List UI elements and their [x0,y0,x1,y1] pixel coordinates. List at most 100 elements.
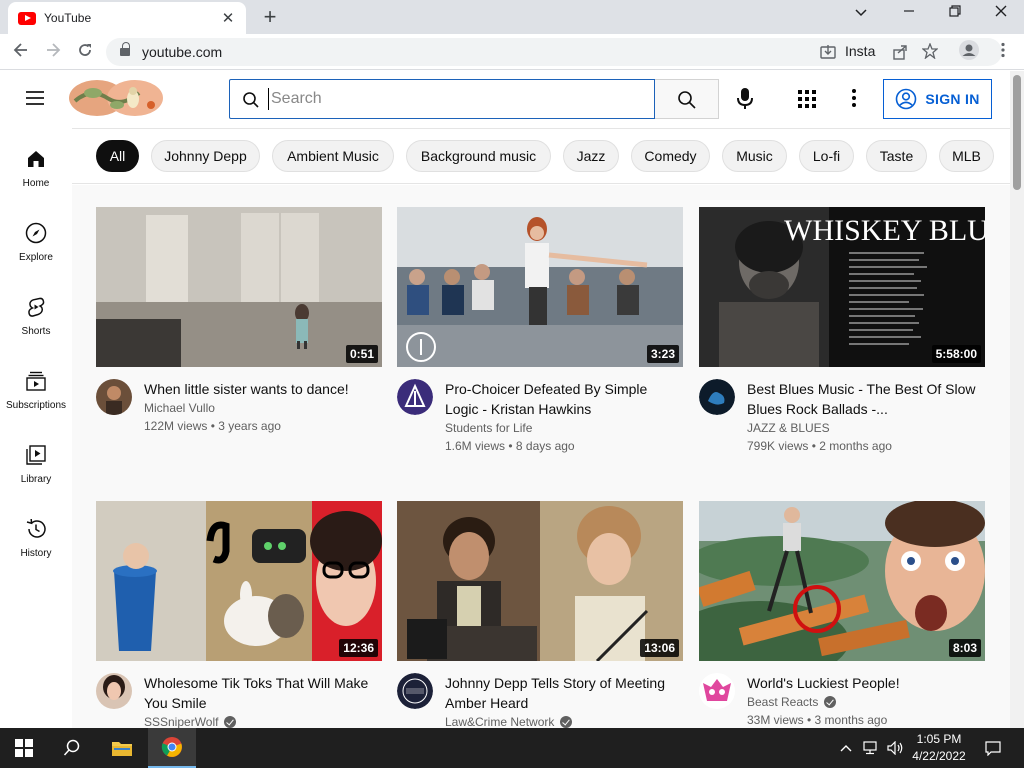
windows-start-icon[interactable] [0,728,48,768]
video-card[interactable]: 13:06 Johnny Depp Tells Story of Meeting… [397,501,683,728]
chip-music[interactable]: Music [722,140,787,172]
lock-icon[interactable] [120,42,130,57]
channel-avatar[interactable] [699,379,735,415]
guide-label-history: History [20,548,52,559]
close-window-button[interactable] [986,4,1016,22]
chip-ambient-music[interactable]: Ambient Music [272,140,394,172]
channel-name[interactable]: SSSniperWolf [144,715,237,728]
guide-item-history[interactable]: History [0,509,72,583]
tab-search-chevron-icon[interactable] [846,4,876,22]
guide-item-explore[interactable]: Explore [0,213,72,287]
channel-name[interactable]: Michael Vullo [144,401,215,415]
bookmark-star-icon[interactable] [921,42,939,62]
guide-item-subscriptions[interactable]: Subscriptions [0,361,72,435]
video-title[interactable]: Pro-Choicer Defeated By Simple Logic - K… [445,379,681,419]
account-circle-icon [896,88,917,110]
video-thumbnail[interactable]: 12:36 [96,501,382,661]
chip-bar: All Johnny Depp Ambient Music Background… [72,128,1010,184]
verified-badge-icon [824,696,837,708]
tab-close-icon[interactable]: ✕ [220,9,236,27]
address-bar[interactable]: youtube.com Insta [106,38,1002,66]
search-box [229,79,655,119]
video-card[interactable]: 0:51 When little sister wants to dance! … [96,207,382,457]
chip-mlb[interactable]: MLB [939,140,994,172]
channel-avatar[interactable] [397,379,433,415]
channel-avatar[interactable] [397,673,433,709]
chip-all[interactable]: All [96,140,139,172]
channel-name[interactable]: Beast Reacts [747,695,837,709]
channel-avatar[interactable] [96,673,132,709]
subscriptions-icon [24,369,48,393]
chip-comedy[interactable]: Comedy [631,140,710,172]
browser-tabstrip: YouTube ✕ + [0,0,1024,34]
history-icon [24,517,48,541]
tab-title: YouTube [44,11,92,25]
youtube-doodle-logo[interactable] [69,79,165,117]
voice-search-mic-icon[interactable] [735,87,755,116]
video-duration: 5:58:00 [931,345,981,363]
search-input[interactable] [268,88,638,110]
browser-tab-youtube[interactable]: YouTube ✕ [8,2,246,34]
sign-in-button[interactable]: SIGN IN [883,79,992,119]
video-card[interactable]: 12:36 Wholesome Tik Toks That Will Make … [96,501,382,728]
search-button[interactable] [655,79,719,119]
profile-avatar-icon[interactable] [956,39,982,63]
settings-more-icon[interactable] [852,89,856,110]
insta-label[interactable]: Insta [845,43,875,59]
shorts-icon [24,295,48,319]
network-icon[interactable] [860,728,884,768]
video-thumbnail[interactable]: 8:03 [699,501,985,661]
video-thumbnail[interactable]: 0:51 [96,207,382,367]
video-title[interactable]: When little sister wants to dance! [144,379,380,399]
chip-johnny-depp[interactable]: Johnny Depp [151,140,260,172]
chip-jazz[interactable]: Jazz [563,140,619,172]
chrome-menu-icon[interactable] [990,40,1016,64]
forward-button[interactable] [40,40,66,64]
channel-avatar[interactable] [699,673,735,709]
channel-name[interactable]: JAZZ & BLUES [747,421,830,435]
taskbar-search-icon[interactable] [48,728,96,768]
chrome-taskbar-icon[interactable] [148,728,196,768]
video-thumbnail[interactable]: 13:06 [397,501,683,661]
video-thumbnail[interactable]: WHISKEY BLUES 5:58:00 [699,207,985,367]
chip-taste[interactable]: Taste [866,140,927,172]
video-card[interactable]: 8:03 World's Luckiest People! Beast Reac… [699,501,985,728]
share-icon[interactable] [892,44,908,63]
minimize-button[interactable] [894,4,924,22]
file-explorer-icon[interactable] [98,728,146,768]
channel-name[interactable]: Students for Life [445,421,532,435]
install-app-icon[interactable] [820,44,836,63]
notifications-icon[interactable] [978,728,1008,768]
back-button[interactable] [8,40,34,64]
chip-background-music[interactable]: Background music [406,140,551,172]
guide-item-shorts[interactable]: Shorts [0,287,72,361]
chip-lo-fi[interactable]: Lo-fi [799,140,854,172]
channel-avatar[interactable] [96,379,132,415]
channel-name[interactable]: Law&Crime Network [445,715,573,728]
page-scrollbar[interactable] [1010,71,1024,728]
volume-icon[interactable] [884,728,908,768]
reload-button[interactable] [72,40,98,64]
yt-masthead: SIGN IN [0,71,1010,127]
clock-time[interactable]: 1:05 PM [908,732,970,746]
video-title[interactable]: Best Blues Music - The Best Of Slow Blue… [747,379,983,419]
video-duration: 3:23 [646,345,679,363]
apps-grid-icon[interactable] [798,90,816,113]
guide-menu-icon[interactable] [26,91,44,105]
video-title[interactable]: Wholesome Tik Toks That Will Make You Sm… [144,673,380,713]
tray-chevron-up-icon[interactable] [836,728,856,768]
clock-date[interactable]: 4/22/2022 [908,749,970,763]
guide-item-library[interactable]: Library [0,435,72,509]
video-card[interactable]: WHISKEY BLUES 5:58:00 Best Blues Music -… [699,207,985,457]
video-card[interactable]: 3:23 Pro-Choicer Defeated By Simple Logi… [397,207,683,457]
new-tab-button[interactable]: + [258,4,282,30]
video-title[interactable]: World's Luckiest People! [747,673,983,693]
restore-button[interactable] [940,4,970,22]
guide-item-home[interactable]: Home [0,139,72,213]
video-title[interactable]: Johnny Depp Tells Story of Meeting Amber… [445,673,681,713]
scrollbar-thumb[interactable] [1013,75,1021,190]
channel-name-text: JAZZ & BLUES [747,421,830,435]
video-thumbnail[interactable]: 3:23 [397,207,683,367]
guide-label-library: Library [20,474,52,485]
channel-name-text: Law&Crime Network [445,715,555,728]
